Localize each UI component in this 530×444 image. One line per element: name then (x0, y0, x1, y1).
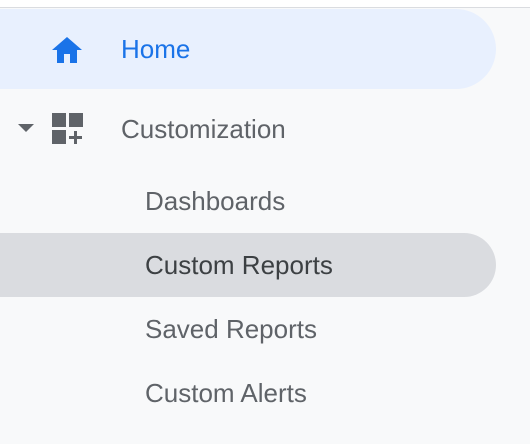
sidebar-item-custom-alerts[interactable]: Custom Alerts (0, 361, 496, 425)
sidebar-item-label: Saved Reports (145, 314, 317, 344)
sidebar-item-label: Dashboards (145, 186, 286, 216)
home-icon (50, 35, 84, 65)
sidebar-item-label: Home (121, 34, 191, 64)
sidebar-item-home[interactable]: Home (0, 9, 496, 89)
sidebar-section-customization[interactable]: Customization (0, 97, 496, 161)
sidebar-item-label: Custom Alerts (145, 378, 307, 408)
sidebar-item-label: Custom Reports (145, 250, 333, 280)
sidebar-section-label: Customization (121, 114, 286, 144)
top-divider (0, 0, 530, 8)
sidebar-item-saved-reports[interactable]: Saved Reports (0, 297, 496, 361)
sidebar-item-custom-reports[interactable]: Custom Reports (0, 233, 496, 297)
dashboard-add-icon (52, 113, 84, 145)
sidebar-item-dashboards[interactable]: Dashboards (0, 169, 496, 233)
caret-down-icon[interactable] (18, 124, 34, 132)
